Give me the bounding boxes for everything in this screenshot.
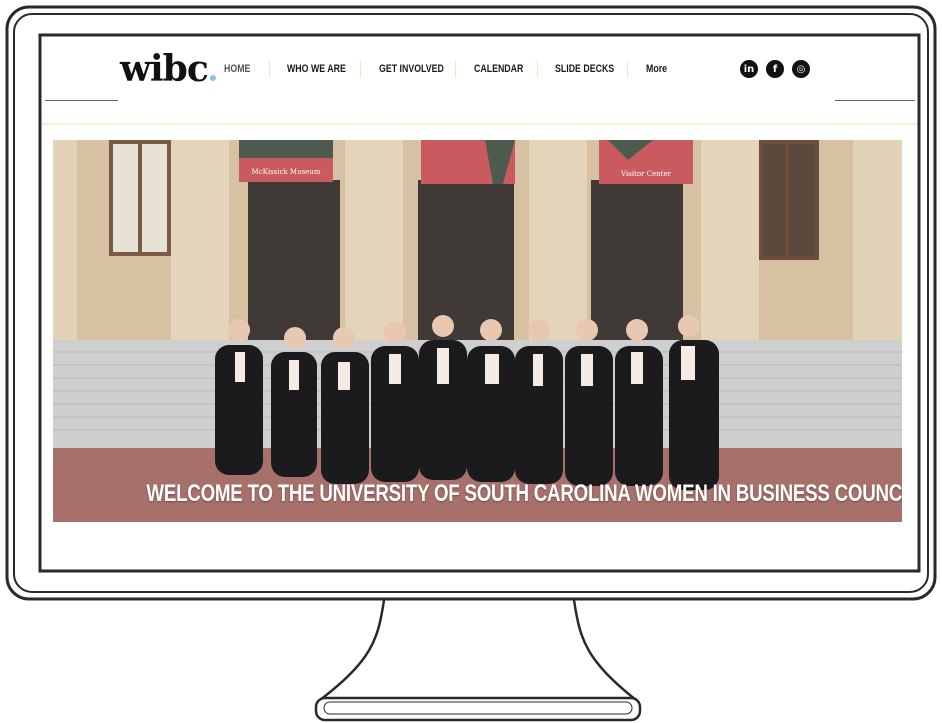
facebook-icon[interactable]: f — [766, 60, 784, 78]
header-divider — [42, 123, 917, 125]
nav-separator — [455, 60, 456, 78]
linkedin-icon[interactable]: in — [740, 60, 758, 78]
nav-separator — [537, 60, 538, 78]
site-logo[interactable]: wibc — [120, 49, 216, 89]
social-bar: in f ◎ — [740, 60, 810, 78]
nav-get-involved[interactable]: GET INVOLVED — [379, 63, 444, 75]
banner-text-mckissick: McKissick Museum — [252, 168, 321, 176]
header-rule-left — [45, 100, 118, 101]
nav-more[interactable]: More — [646, 63, 678, 75]
logo-text: wibc — [120, 48, 209, 90]
hero-photo: McKissick Museum Visitor Center — [53, 140, 902, 522]
hero-banner: McKissick Museum Visitor Center WELCOME … — [53, 140, 902, 522]
nav-separator — [269, 60, 270, 78]
nav-calendar[interactable]: CALENDAR — [474, 63, 524, 75]
hero-headline: WELCOME TO THE UNIVERSITY OF SOUTH CAROL… — [146, 480, 902, 507]
logo-dot-icon — [209, 75, 216, 81]
browser-screen: wibc HOME WHO WE ARE GET INVOLVED CALEND… — [42, 37, 917, 569]
banner-text-visitor-center: Visitor Center — [620, 170, 672, 178]
nav-slide-decks[interactable]: SLIDE DECKS — [555, 63, 614, 75]
nav-separator — [627, 60, 628, 78]
instagram-icon[interactable]: ◎ — [792, 60, 810, 78]
nav-who-we-are[interactable]: WHO WE ARE — [287, 63, 346, 75]
nav-separator — [360, 60, 361, 78]
header-rule-right — [835, 100, 915, 101]
main-nav: HOME WHO WE ARE GET INVOLVED CALENDAR SL… — [224, 60, 686, 78]
nav-home[interactable]: HOME — [224, 63, 260, 75]
